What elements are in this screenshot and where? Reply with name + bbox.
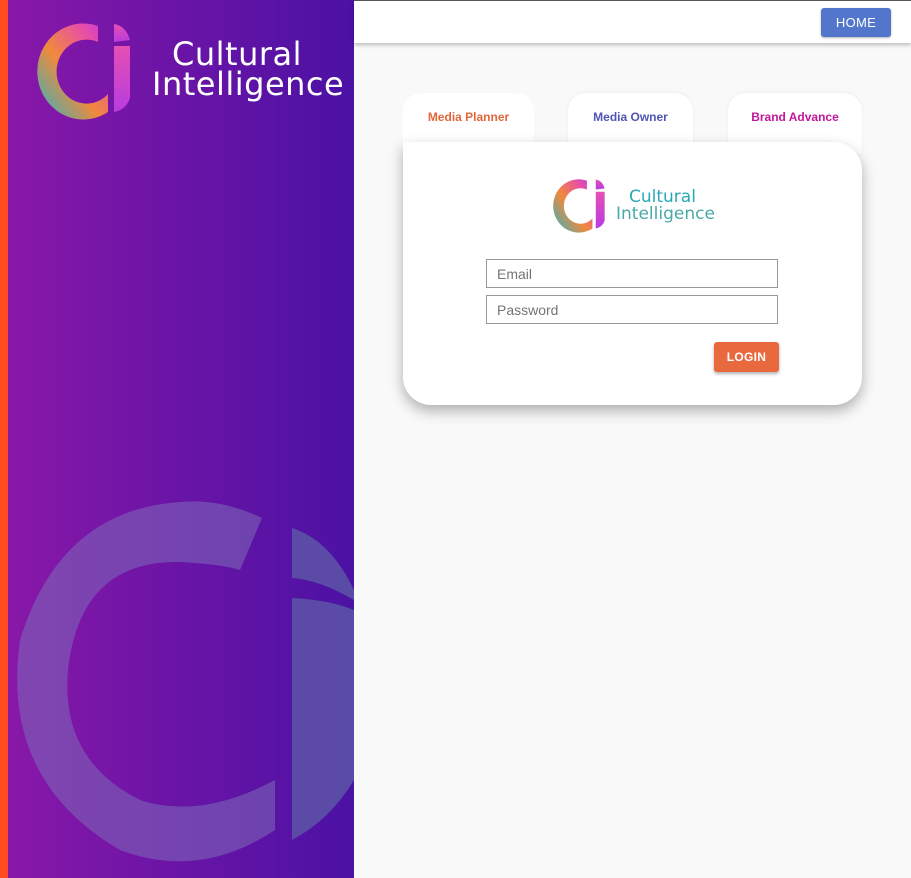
email-field[interactable] [486, 259, 778, 288]
top-bar: HOME [354, 0, 911, 43]
card-brand-line2: Intelligence [616, 204, 715, 224]
home-button[interactable]: HOME [821, 8, 891, 37]
ci-watermark-icon [17, 501, 354, 862]
brand-panel: Cultural Intelligence [0, 0, 354, 878]
accent-strip [0, 0, 8, 878]
brand-name-line2: Intelligence [152, 65, 345, 103]
card-logo: Cultural Intelligence [548, 172, 728, 236]
password-field[interactable] [486, 295, 778, 324]
ci-logo-icon [37, 23, 130, 120]
ci-logo-small-icon [553, 179, 605, 233]
brand-logo: Cultural Intelligence [30, 14, 344, 124]
login-card: Cultural Intelligence LOGIN [403, 142, 862, 405]
login-button[interactable]: LOGIN [714, 342, 779, 372]
